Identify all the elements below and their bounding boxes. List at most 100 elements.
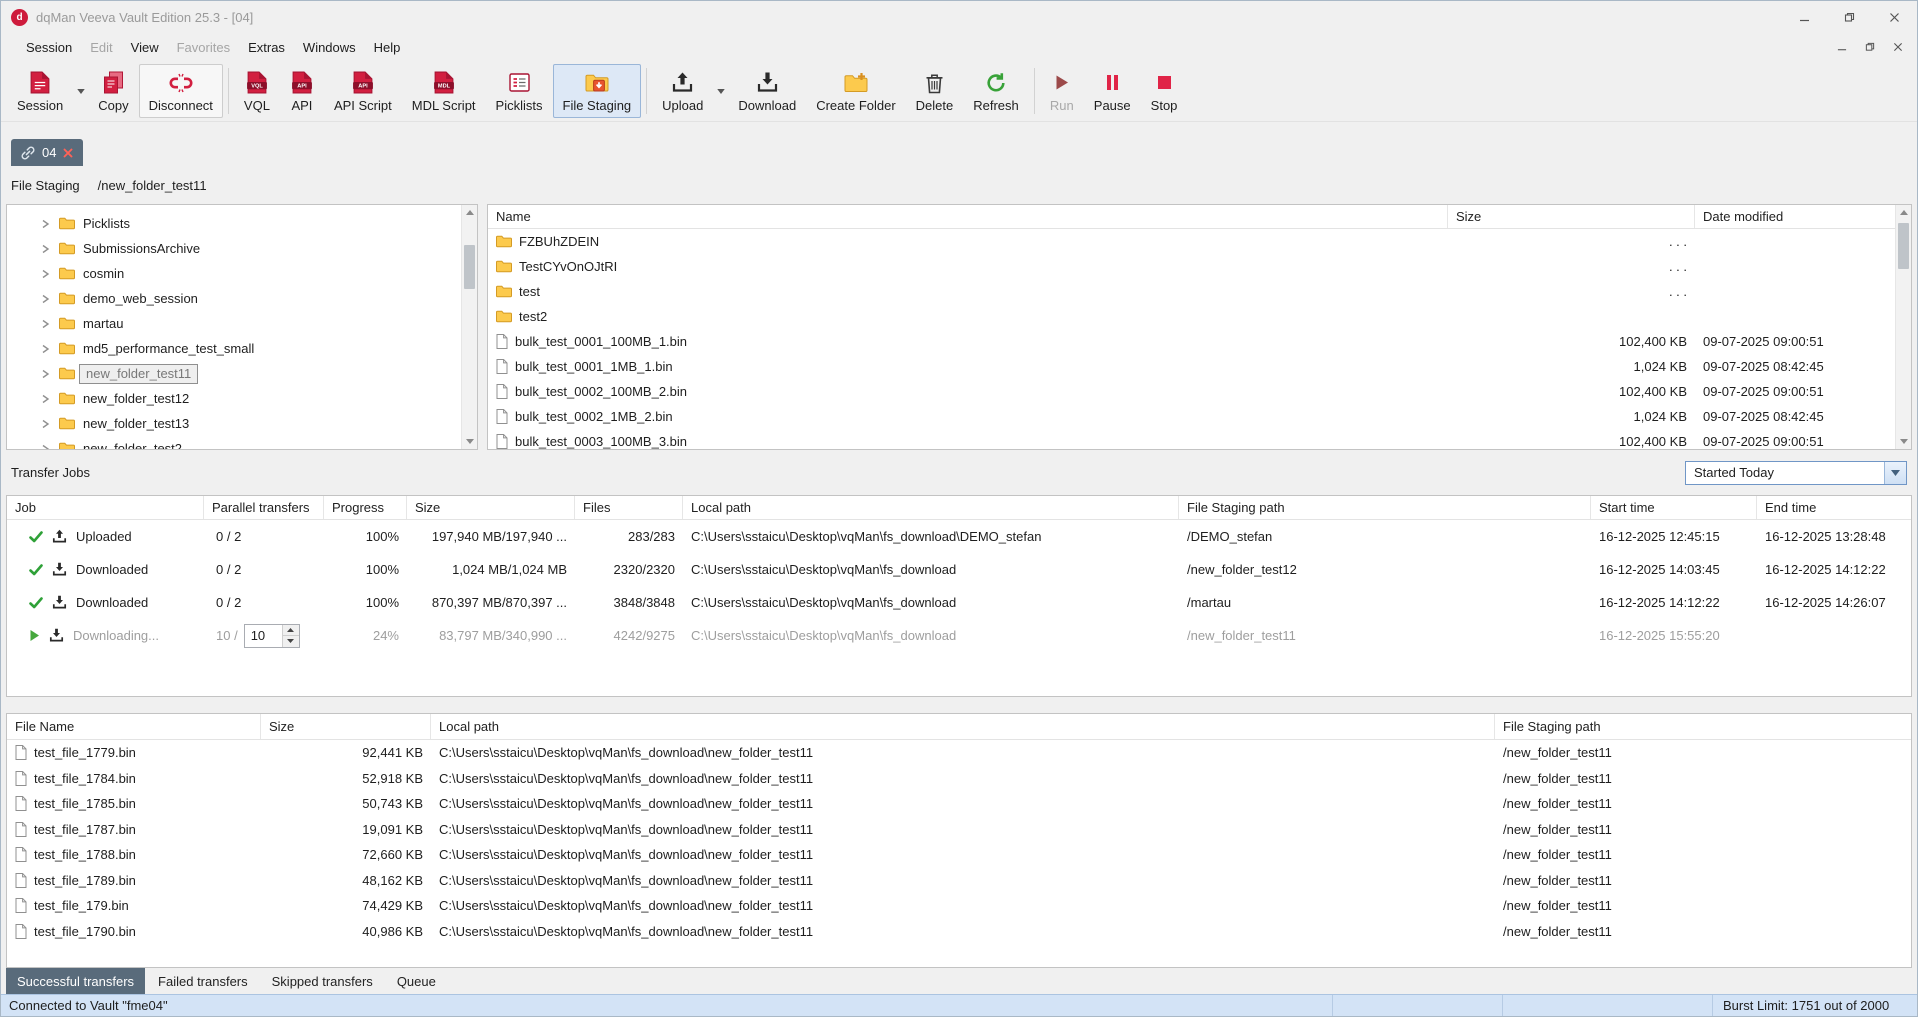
jobs-filter-dropdown[interactable]: Started Today [1685, 461, 1907, 485]
file-row[interactable]: bulk_test_0001_100MB_1.bin102,400 KB09-0… [488, 329, 1895, 354]
chevron-down-icon[interactable] [1884, 462, 1906, 484]
session-dropdown-chevron-icon[interactable] [73, 64, 88, 118]
column-header-size[interactable]: Size [261, 714, 431, 739]
refresh-button[interactable]: Refresh [963, 64, 1029, 118]
upload-button[interactable]: Upload [652, 64, 713, 118]
delete-button[interactable]: Delete [906, 64, 964, 118]
scroll-down-icon[interactable] [462, 434, 477, 449]
menu-view[interactable]: View [122, 37, 168, 58]
picklists-button[interactable]: Picklists [486, 64, 553, 118]
tree-rename-input[interactable]: new_folder_test11 [79, 364, 198, 384]
file-row[interactable]: bulk_test_0002_100MB_2.bin102,400 KB09-0… [488, 379, 1895, 404]
column-header-file-staging-path[interactable]: File Staging path [1179, 496, 1591, 519]
window-minimize-button[interactable] [1782, 1, 1827, 34]
tree-item-martau[interactable]: martau [7, 311, 461, 336]
api-script-button[interactable]: APIAPI Script [324, 64, 402, 118]
parallel-transfers-spinner[interactable]: 10 [244, 624, 300, 648]
column-header-progress[interactable]: Progress [324, 496, 407, 519]
scrollbar-thumb[interactable] [1898, 223, 1909, 269]
refresh-icon [985, 71, 1007, 95]
session-tab-close-icon[interactable] [63, 148, 73, 158]
tab-failed-transfers[interactable]: Failed transfers [147, 968, 259, 994]
tab-queue[interactable]: Queue [386, 968, 447, 994]
menu-help[interactable]: Help [365, 37, 410, 58]
copy-button[interactable]: Copy [88, 64, 138, 118]
transfer-file-row[interactable]: test_file_1785.bin50,743 KBC:\Users\ssta… [7, 791, 1911, 817]
scrollbar-thumb[interactable] [464, 245, 475, 289]
tree-scrollbar[interactable] [461, 205, 477, 449]
session-tab-04[interactable]: 04 [11, 139, 83, 166]
file-row[interactable]: bulk_test_0003_100MB_3.bin102,400 KB09-0… [488, 429, 1895, 449]
stop-button[interactable]: Stop [1141, 64, 1188, 118]
column-header-files[interactable]: Files [575, 496, 683, 519]
transfer-file-row[interactable]: test_file_1788.bin72,660 KBC:\Users\ssta… [7, 842, 1911, 868]
file-list-scrollbar[interactable] [1895, 205, 1911, 449]
column-header-file-name[interactable]: File Name [7, 714, 261, 739]
create-folder-button[interactable]: Create Folder [806, 64, 905, 118]
column-header-end-time[interactable]: End time [1757, 496, 1911, 519]
mdi-minimize-button[interactable] [1837, 40, 1847, 55]
transfer-job-row[interactable]: Downloading...10 /1024%83,797 MB/340,990… [7, 619, 1911, 652]
column-header-job[interactable]: Job [7, 496, 204, 519]
transfer-job-row[interactable]: Uploaded0 / 2100%197,940 MB/197,940 ...2… [7, 520, 1911, 553]
disconnect-button[interactable]: Disconnect [139, 64, 223, 118]
tree-item-md5-performance-test-small[interactable]: md5_performance_test_small [7, 336, 461, 361]
tree-item-cosmin[interactable]: cosmin [7, 261, 461, 286]
file-row[interactable]: TestCYvOnOJtRI. . . [488, 254, 1895, 279]
file-staging-button[interactable]: File Staging [553, 64, 642, 118]
column-header-local-path[interactable]: Local path [683, 496, 1179, 519]
tab-skipped-transfers[interactable]: Skipped transfers [261, 968, 384, 994]
spinner-decrement-icon[interactable] [283, 635, 299, 647]
mdi-restore-button[interactable] [1865, 40, 1875, 55]
api-button[interactable]: APIAPI [280, 64, 324, 118]
column-header-size[interactable]: Size [1448, 205, 1695, 228]
column-header-parallel-transfers[interactable]: Parallel transfers [204, 496, 324, 519]
tree-item-new-folder-test13[interactable]: new_folder_test13 [7, 411, 461, 436]
column-header-local-path[interactable]: Local path [431, 714, 1495, 739]
column-header-date-modified[interactable]: Date modified [1695, 205, 1895, 228]
session-button[interactable]: Session [7, 64, 73, 118]
tree-item-demo-web-session[interactable]: demo_web_session [7, 286, 461, 311]
transfer-file-row[interactable]: test_file_1784.bin52,918 KBC:\Users\ssta… [7, 766, 1911, 792]
file-row[interactable]: test. . . [488, 279, 1895, 304]
upload-dropdown-chevron-icon[interactable] [713, 64, 728, 118]
column-header-name[interactable]: Name [488, 205, 1448, 228]
file-row[interactable]: FZBUhZDEIN. . . [488, 229, 1895, 254]
tree-item-submissionsarchive[interactable]: SubmissionsArchive [7, 236, 461, 261]
tree-item-picklists[interactable]: Picklists [7, 211, 461, 236]
scroll-up-icon[interactable] [1896, 205, 1911, 220]
tree-item-new-folder-test11[interactable]: new_folder_test11 [7, 361, 461, 386]
download-button[interactable]: Download [728, 64, 806, 118]
file-row[interactable]: bulk_test_0002_1MB_2.bin1,024 KB09-07-20… [488, 404, 1895, 429]
window-restore-button[interactable] [1827, 1, 1872, 34]
tree-item-new-folder-test12[interactable]: new_folder_test12 [7, 386, 461, 411]
pause-label: Pause [1094, 99, 1131, 112]
menu-extras[interactable]: Extras [239, 37, 294, 58]
column-header-size[interactable]: Size [407, 496, 575, 519]
menu-session[interactable]: Session [17, 37, 81, 58]
mdi-close-button[interactable] [1893, 40, 1903, 55]
file-row[interactable]: bulk_test_0001_1MB_1.bin1,024 KB09-07-20… [488, 354, 1895, 379]
scroll-down-icon[interactable] [1896, 434, 1911, 449]
transfer-file-row[interactable]: test_file_179.bin74,429 KBC:\Users\sstai… [7, 893, 1911, 919]
spinner-increment-icon[interactable] [283, 625, 299, 636]
column-header-file-staging-path[interactable]: File Staging path [1495, 714, 1911, 739]
transfer-file-row[interactable]: test_file_1787.bin19,091 KBC:\Users\ssta… [7, 817, 1911, 843]
mdl-script-button[interactable]: MDLMDL Script [402, 64, 486, 118]
transfer-file-row[interactable]: test_file_1790.bin40,986 KBC:\Users\ssta… [7, 919, 1911, 945]
window-close-button[interactable] [1872, 1, 1917, 34]
transfer-file-row[interactable]: test_file_1779.bin92,441 KBC:\Users\ssta… [7, 740, 1911, 766]
file-staging-panels: PicklistsSubmissionsArchivecosmindemo_we… [6, 204, 1912, 450]
transfer-job-row[interactable]: Downloaded0 / 2100%870,397 MB/870,397 ..… [7, 586, 1911, 619]
scroll-up-icon[interactable] [462, 205, 477, 220]
file-name-cell: TestCYvOnOJtRI [488, 259, 1448, 274]
pause-button[interactable]: Pause [1084, 64, 1141, 118]
menu-windows[interactable]: Windows [294, 37, 365, 58]
column-header-start-time[interactable]: Start time [1591, 496, 1757, 519]
tree-item-new-folder-test2[interactable]: new_folder_test2 [7, 436, 461, 449]
transfer-file-row[interactable]: test_file_1789.bin48,162 KBC:\Users\ssta… [7, 868, 1911, 894]
transfer-job-row[interactable]: Downloaded0 / 2100%1,024 MB/1,024 MB2320… [7, 553, 1911, 586]
file-row[interactable]: test2 [488, 304, 1895, 329]
tab-successful-transfers[interactable]: Successful transfers [6, 968, 145, 994]
vql-button[interactable]: VQLVQL [234, 64, 280, 118]
